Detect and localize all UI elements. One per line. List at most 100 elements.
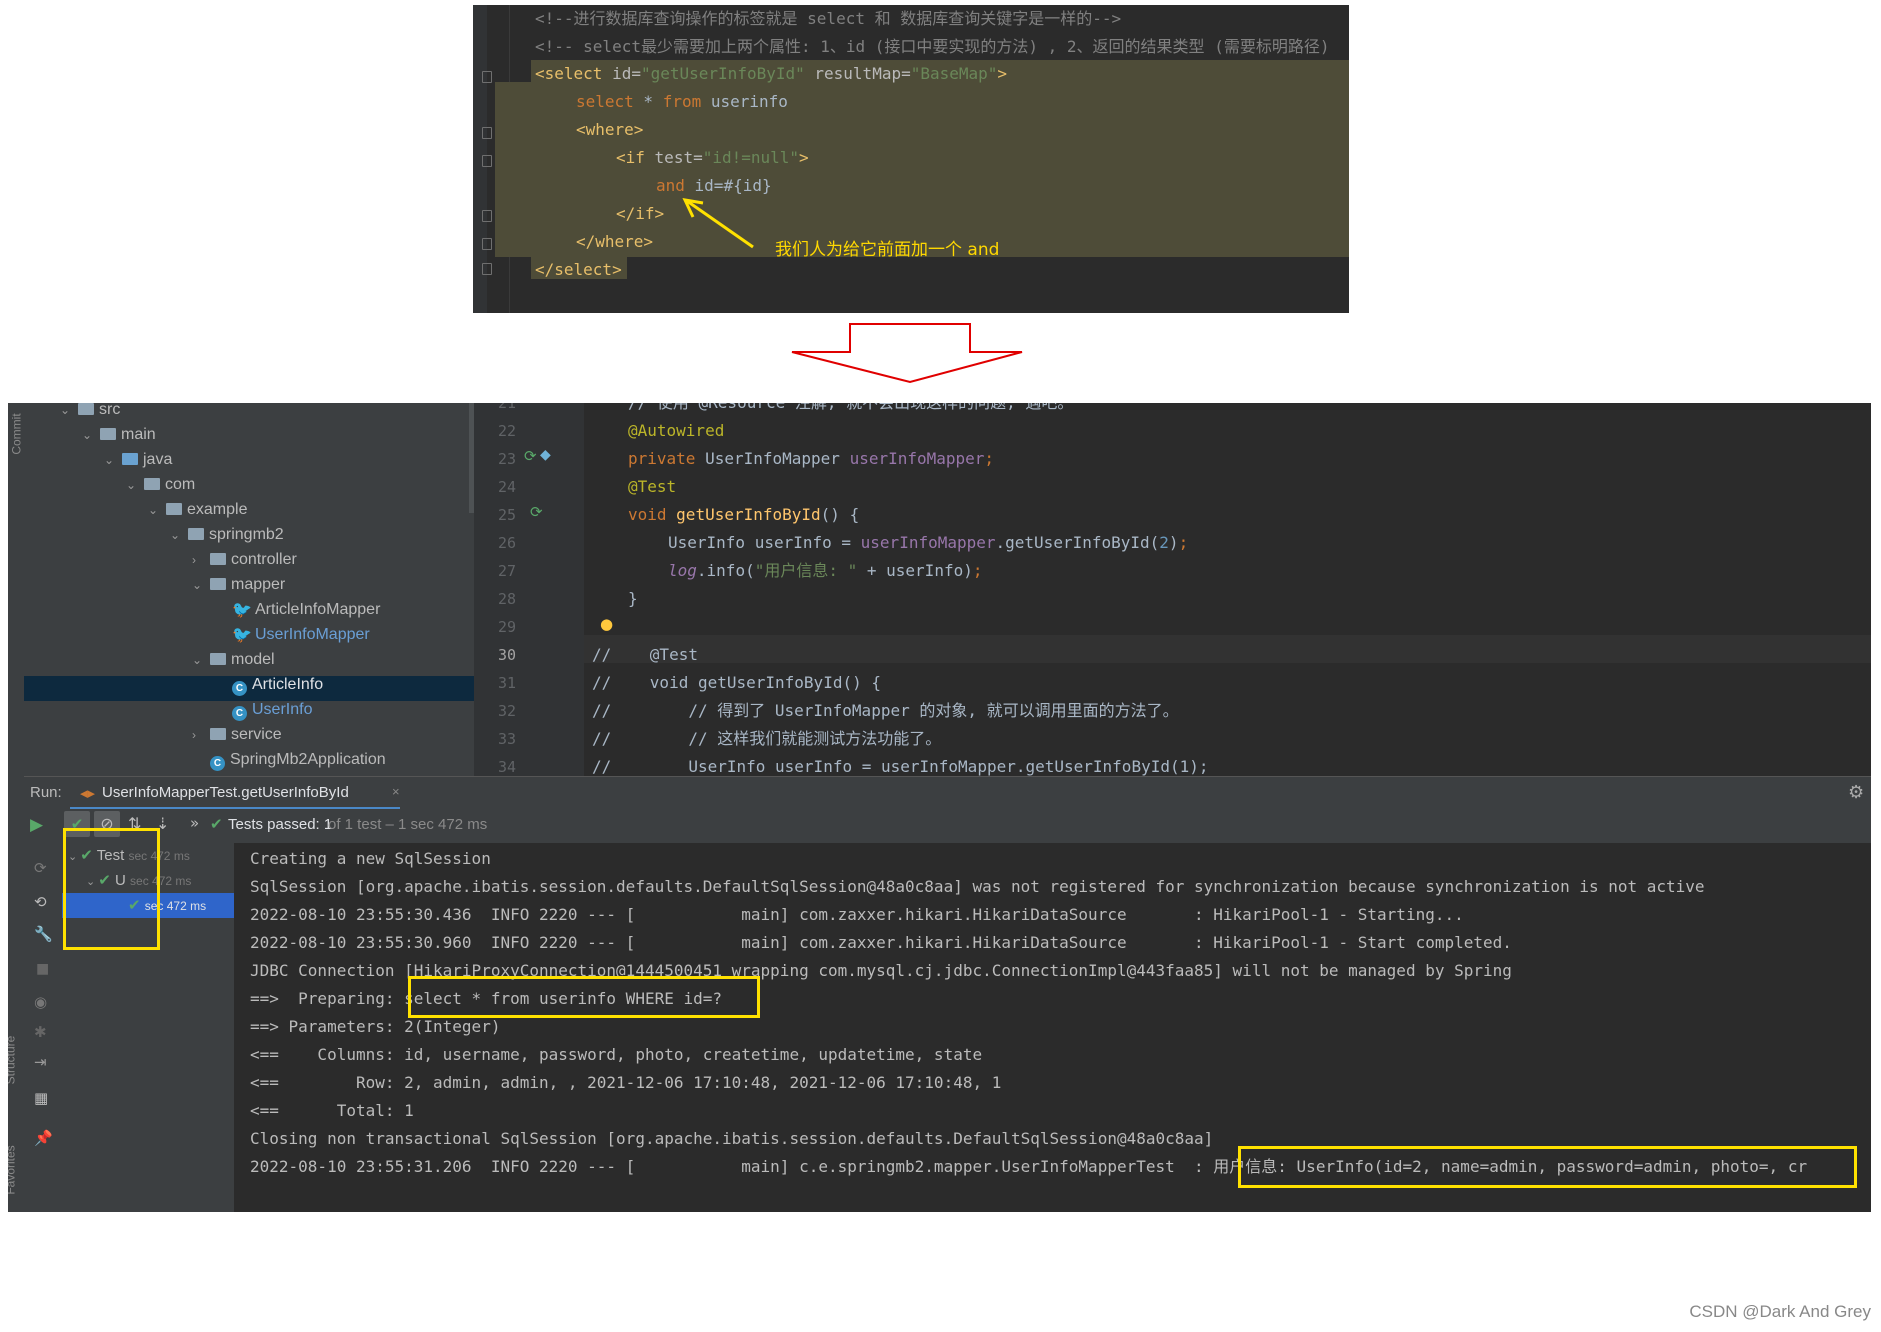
structure-tab[interactable]: Structure — [8, 1036, 17, 1085]
folder-icon — [210, 578, 226, 590]
restore-icon[interactable]: ⟲ — [34, 893, 47, 911]
line-number: 25 — [497, 506, 516, 524]
line-number: 32 — [497, 702, 516, 720]
class-icon: C — [232, 706, 247, 721]
layout-icon[interactable]: ▦ — [34, 1089, 48, 1107]
line-number: 27 — [497, 562, 516, 580]
navigate-bean-icon[interactable]: ◆ — [540, 447, 551, 463]
run-label: Run: — [30, 784, 62, 801]
tree-item-mapper[interactable]: ⌄ mapper — [192, 572, 285, 597]
watermark: CSDN @Dark And Grey — [1689, 1302, 1871, 1321]
tree-item-springmb2application[interactable]: C SpringMb2Application — [210, 747, 386, 772]
pin-icon[interactable]: 📌 — [34, 1129, 53, 1147]
highlight-box-test-tree — [63, 828, 160, 950]
console-line: <== Row: 2, admin, admin, , 2021-12-06 1… — [250, 1073, 1002, 1092]
gear-icon[interactable]: ⚙ — [1848, 782, 1864, 803]
commit-tab[interactable]: Commit — [10, 413, 24, 454]
folder-icon — [210, 728, 226, 740]
xml-mapper-snippet: <!--进行数据库查询操作的标签就是 select 和 数据库查询关键字是一样的… — [473, 5, 1349, 313]
mybatis-bird-icon: 🐦 — [232, 602, 252, 619]
line-number: 24 — [497, 478, 516, 496]
folder-icon — [78, 403, 94, 415]
run-test-icon[interactable]: ⟳ — [524, 447, 537, 465]
tree-item-userinfo[interactable]: C UserInfo — [232, 697, 312, 722]
bug-icon[interactable]: ✱ — [34, 1023, 47, 1041]
code-line-23: private UserInfoMapper userInfoMapper; — [628, 449, 995, 468]
console-line: 2022-08-10 23:55:30.960 INFO 2220 --- [ … — [250, 933, 1512, 952]
favorites-tab[interactable]: Favorites — [8, 1145, 18, 1194]
tree-item-articleinfo[interactable]: C ArticleInfo — [232, 672, 323, 697]
left-tool-strip: Commit Structure Favorites — [8, 403, 24, 1212]
line-number: 23 — [497, 450, 516, 468]
spring-class-icon: C — [210, 756, 225, 771]
tests-passed-detail: of 1 test – 1 sec 472 ms — [328, 816, 488, 833]
line-number: 34 — [497, 758, 516, 776]
code-line-27: log.info("用户信息: " + userInfo); — [668, 561, 983, 580]
code-line-31: // void getUserInfoById() { — [592, 673, 881, 692]
rerun-icon[interactable]: ▶ — [30, 815, 43, 835]
folder-icon — [210, 553, 226, 565]
code-line-24: @Test — [628, 477, 677, 496]
code-line-26: UserInfo userInfo = userInfoMapper.getUs… — [668, 533, 1189, 552]
exit-icon[interactable]: ⇥ — [34, 1053, 47, 1071]
run-tab[interactable]: UserInfoMapperTest.getUserInfoById — [102, 784, 349, 801]
mybatis-bird-icon: 🐦 — [232, 627, 252, 644]
code-line-32: // // 得到了 UserInfoMapper 的对象, 就可以调用里面的方法… — [592, 701, 1179, 720]
line-number: 30 — [497, 646, 516, 664]
run-side-toolbar: ⟳ ⟲ 🔧 ■ ◉ ✱ ⇥ ▦ 📌 — [24, 843, 62, 1212]
highlight-box-result — [1238, 1146, 1857, 1188]
current-line-highlight — [584, 635, 1871, 663]
folder-icon — [100, 428, 116, 440]
code-editor[interactable]: 21 22 23 24 25 26 27 28 29 30 31 32 33 3… — [474, 403, 1871, 776]
annotation-text: 我们人为给它前面加一个 and — [775, 240, 1000, 260]
code-line-33: // // 这样我们就能测试方法功能了。 — [592, 729, 942, 748]
folder-icon — [144, 478, 160, 490]
line-number: 22 — [497, 422, 516, 440]
camera-icon[interactable]: ◉ — [34, 993, 47, 1011]
tree-item-com[interactable]: ⌄ com — [126, 472, 195, 497]
folder-icon — [210, 653, 226, 665]
tree-item-articleinfomapper[interactable]: 🐦 ArticleInfoMapper — [232, 597, 380, 622]
console-line: Creating a new SqlSession — [250, 849, 491, 868]
code-line-28: } — [628, 589, 638, 608]
debug-icon[interactable]: ⟳ — [34, 859, 47, 877]
tree-item-java[interactable]: ⌄ java — [104, 447, 172, 472]
console-line: <== Total: 1 — [250, 1101, 414, 1120]
line-number: 21 — [497, 403, 516, 412]
run-test-icon[interactable]: ⟳ — [530, 503, 543, 521]
tree-item-service[interactable]: › service — [192, 722, 282, 747]
line-number: 29 — [497, 618, 516, 636]
red-down-arrow — [791, 323, 1023, 384]
passed-check-icon: ✔ — [210, 815, 223, 833]
line-number: 31 — [497, 674, 516, 692]
tree-item-model[interactable]: ⌄ model — [192, 647, 275, 672]
tree-item-src[interactable]: ⌄ src — [60, 403, 120, 422]
wrench-icon[interactable]: 🔧 — [34, 925, 53, 943]
tree-item-userinfomapper[interactable]: 🐦 UserInfoMapper — [232, 622, 370, 647]
project-tree: ⌄ src ⌄ main ⌄ java ⌄ com ⌄ example ⌄ springmb… — [24, 403, 474, 776]
console-line: Closing non transactional SqlSession [or… — [250, 1129, 1214, 1148]
code-line-30: // @Test — [592, 645, 698, 664]
highlight-box-sql — [408, 976, 760, 1018]
code-line-25: void getUserInfoById() { — [628, 505, 860, 524]
folder-icon — [188, 528, 204, 540]
tree-item-main[interactable]: ⌄ main — [82, 422, 156, 447]
tree-item-example[interactable]: ⌄ example — [148, 497, 247, 522]
source-folder-icon — [122, 453, 138, 465]
more-icon[interactable]: » — [190, 814, 199, 832]
code-line-21: // 使用 @Resource 注解, 就不会出现这样的问题, 遇吧。 — [628, 403, 1073, 417]
console-line: SqlSession [org.apache.ibatis.session.de… — [250, 877, 1705, 896]
close-tab-icon[interactable]: × — [392, 784, 400, 799]
tree-item-controller[interactable]: › controller — [192, 547, 297, 572]
code-line-34: // UserInfo userInfo = userInfoMapper.ge… — [592, 757, 1209, 776]
line-number: 33 — [497, 730, 516, 748]
line-number: 26 — [497, 534, 516, 552]
yellow-annotation-arrow — [682, 198, 754, 249]
run-toolbar: ▶ ✔ ⊘ ⇅ ⇣ » ✔ Tests passed: 1 of 1 test … — [24, 809, 1871, 843]
tree-item-springmb2[interactable]: ⌄ springmb2 — [170, 522, 284, 547]
class-icon: C — [232, 681, 247, 696]
console-line: <== Columns: id, username, password, pho… — [250, 1045, 983, 1064]
folder-icon — [166, 503, 182, 515]
stop-icon[interactable]: ■ — [36, 961, 49, 977]
lightbulb-icon[interactable]: ● — [600, 615, 613, 633]
